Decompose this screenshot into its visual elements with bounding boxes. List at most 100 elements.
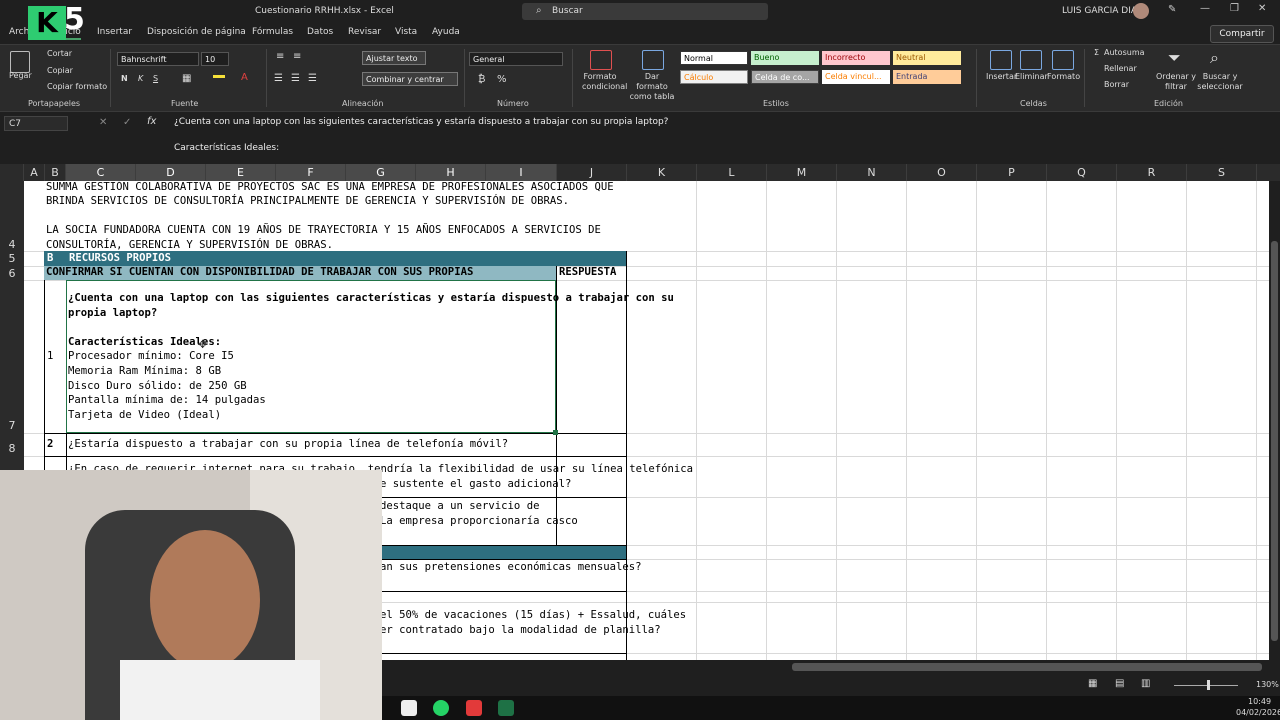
close-icon[interactable]: ✕	[1258, 3, 1266, 14]
align-center-icon[interactable]: ☰	[291, 73, 300, 84]
column-header-a[interactable]: A	[24, 164, 45, 181]
column-header-m[interactable]: M	[767, 164, 837, 181]
style-bueno[interactable]: Bueno	[751, 51, 819, 65]
format-button[interactable]: Formato	[1047, 72, 1080, 81]
maximize-icon[interactable]: ❐	[1230, 3, 1239, 14]
style-normal[interactable]: Normal	[680, 51, 748, 65]
merge-center-button[interactable]: Combinar y centrar	[362, 72, 458, 86]
column-header-h[interactable]: H	[416, 164, 486, 181]
column-header-l[interactable]: L	[697, 164, 767, 181]
tab-vista[interactable]: Vista	[395, 27, 417, 37]
copy-button[interactable]: Copiar	[47, 66, 73, 75]
tab-revisar[interactable]: Revisar	[348, 27, 381, 37]
format-painter-button[interactable]: Copiar formato	[47, 82, 107, 91]
cancel-icon[interactable]: ✕	[99, 117, 107, 128]
autosum-button[interactable]: Autosuma	[1104, 48, 1145, 57]
column-header-g[interactable]: G	[346, 164, 416, 181]
fill-color-icon[interactable]	[213, 75, 225, 78]
clear-button[interactable]: Borrar	[1104, 80, 1129, 89]
column-header-p[interactable]: P	[977, 164, 1047, 181]
row-header-8[interactable]: 8	[0, 442, 24, 455]
conditional-format-button[interactable]: Formato condicional	[582, 72, 627, 92]
tab-ayuda[interactable]: Ayuda	[432, 27, 460, 37]
avatar[interactable]	[1133, 3, 1149, 19]
paste-icon[interactable]	[10, 51, 30, 73]
underline-button[interactable]: S	[153, 74, 158, 83]
align-top-icon[interactable]: ≡	[276, 51, 284, 62]
formula-text-line2[interactable]: Características Ideales:	[174, 143, 279, 153]
column-header-n[interactable]: N	[837, 164, 907, 181]
normal-view-icon[interactable]: ▦	[1088, 678, 1097, 689]
h-scroll-thumb[interactable]	[792, 663, 1262, 671]
font-size-select[interactable]: 10	[201, 52, 229, 66]
column-header-i[interactable]: I	[486, 164, 557, 181]
capcut-icon[interactable]	[401, 700, 417, 716]
format-table-button[interactable]: Dar formato como tabla	[628, 72, 676, 102]
column-header-r[interactable]: R	[1117, 164, 1187, 181]
find-select-button[interactable]: Buscar y seleccionar	[1196, 72, 1244, 92]
enter-icon[interactable]: ✓	[123, 117, 131, 128]
paste-button[interactable]: Pegar	[9, 71, 32, 80]
bold-button[interactable]: N	[121, 74, 128, 83]
row-header-5[interactable]: 5	[0, 252, 24, 265]
tab-disposicion[interactable]: Disposición de página	[147, 27, 246, 37]
column-header-e[interactable]: E	[206, 164, 276, 181]
scroll-thumb[interactable]	[1271, 241, 1278, 641]
align-middle-icon[interactable]: ≡	[293, 51, 301, 62]
zoom-slider[interactable]	[1174, 685, 1238, 686]
style-incorrecto[interactable]: Incorrecto	[822, 51, 890, 65]
zoom-level[interactable]: 130%	[1256, 680, 1279, 689]
style-celda-vinculada[interactable]: Celda vincul...	[822, 70, 890, 84]
excel-icon[interactable]	[498, 700, 514, 716]
row-header-6[interactable]: 6	[0, 267, 24, 280]
delete-button[interactable]: Eliminar	[1015, 72, 1048, 81]
column-header-s[interactable]: S	[1187, 164, 1257, 181]
app-icon[interactable]	[466, 700, 482, 716]
cut-button[interactable]: Cortar	[47, 49, 72, 58]
style-calculo[interactable]: Cálculo	[680, 70, 748, 84]
italic-button[interactable]: K	[138, 74, 143, 83]
pen-icon[interactable]: ✎	[1168, 4, 1176, 15]
column-header-o[interactable]: O	[907, 164, 977, 181]
tab-formulas[interactable]: Fórmulas	[252, 27, 293, 37]
zoom-slider-thumb[interactable]	[1207, 680, 1210, 690]
align-right-icon[interactable]: ☰	[308, 73, 317, 84]
style-neutral[interactable]: Neutral	[893, 51, 961, 65]
formula-text-line1[interactable]: ¿Cuenta con una laptop con las siguiente…	[174, 117, 668, 127]
wrap-text-button[interactable]: Ajustar texto	[362, 51, 426, 65]
page-break-icon[interactable]: ▥	[1141, 678, 1150, 689]
percent-icon[interactable]: %	[497, 74, 507, 85]
borders-icon[interactable]: ▦	[182, 73, 191, 84]
column-header-k[interactable]: K	[627, 164, 697, 181]
sort-filter-button[interactable]: Ordenar y filtrar	[1156, 72, 1196, 92]
fx-icon[interactable]: fx	[147, 116, 156, 127]
vertical-scrollbar[interactable]	[1269, 181, 1280, 660]
currency-icon[interactable]: ₿	[478, 74, 485, 85]
style-entrada[interactable]: Entrada	[893, 70, 961, 84]
page-layout-icon[interactable]: ▤	[1115, 678, 1124, 689]
column-header-d[interactable]: D	[136, 164, 206, 181]
column-header-j[interactable]: J	[557, 164, 627, 181]
align-left-icon[interactable]: ☰	[274, 73, 283, 84]
column-header-c[interactable]: C	[66, 164, 136, 181]
name-box[interactable]: C7	[4, 116, 68, 131]
row-header-4[interactable]: 4	[0, 238, 24, 251]
tab-datos[interactable]: Datos	[307, 27, 333, 37]
fill-handle[interactable]	[553, 430, 558, 435]
column-header-q[interactable]: Q	[1047, 164, 1117, 181]
font-name-select[interactable]: Bahnschrift	[117, 52, 199, 66]
minimize-icon[interactable]: —	[1200, 3, 1210, 14]
share-button[interactable]: Compartir	[1210, 25, 1274, 43]
search-box[interactable]: ⌕ Buscar	[522, 3, 768, 20]
autosum-icon[interactable]: Σ	[1094, 48, 1099, 57]
whatsapp-icon[interactable]	[433, 700, 449, 716]
column-header-f[interactable]: F	[276, 164, 346, 181]
insert-button[interactable]: Insertar	[986, 72, 1017, 81]
select-all-corner[interactable]	[0, 164, 24, 181]
style-celda-comprobacion[interactable]: Celda de co...	[751, 70, 819, 84]
column-header-b[interactable]: B	[45, 164, 66, 181]
fill-button[interactable]: Rellenar	[1104, 64, 1137, 73]
number-format-select[interactable]: General	[469, 52, 563, 66]
font-color-icon[interactable]: A	[241, 72, 248, 83]
tab-insertar[interactable]: Insertar	[97, 27, 132, 37]
